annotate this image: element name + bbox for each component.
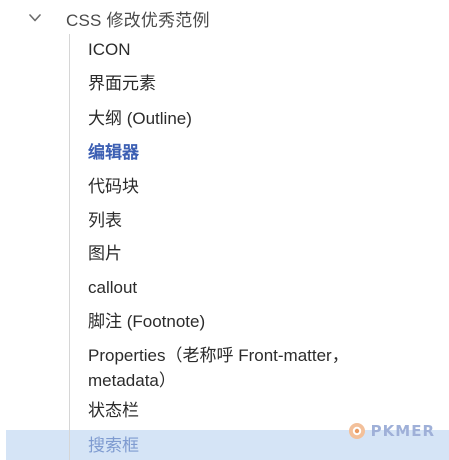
pkmer-logo-icon: [348, 423, 365, 439]
pkmer-watermark-text: PKMER: [370, 422, 435, 440]
tree-item-image[interactable]: 图片: [88, 242, 122, 266]
tree-item-callout[interactable]: callout: [88, 276, 137, 300]
tree-item-properties[interactable]: Properties（老称呼 Front-matter，metadata）: [88, 343, 428, 393]
tree-item-ui-elements[interactable]: 界面元素: [88, 72, 156, 96]
tree-item-status-bar[interactable]: 状态栏: [88, 399, 139, 423]
tree-item-outline[interactable]: 大纲 (Outline): [88, 107, 192, 131]
tree-item-list[interactable]: 列表: [88, 209, 122, 233]
file-tree: CSS 修改优秀范例 ICON 界面元素 大纲 (Outline) 编辑器 代码…: [0, 0, 449, 460]
tree-children: ICON 界面元素 大纲 (Outline) 编辑器 代码块 列表 图片 cal…: [0, 0, 449, 460]
pkmer-watermark: PKMER: [348, 420, 435, 442]
tree-item-footnote[interactable]: 脚注 (Footnote): [88, 310, 205, 334]
tree-item-icon[interactable]: ICON: [88, 38, 131, 62]
tree-item-editor[interactable]: 编辑器: [88, 141, 139, 165]
tree-item-search-box[interactable]: 搜索框: [88, 434, 139, 458]
tree-item-code-block[interactable]: 代码块: [88, 175, 139, 199]
